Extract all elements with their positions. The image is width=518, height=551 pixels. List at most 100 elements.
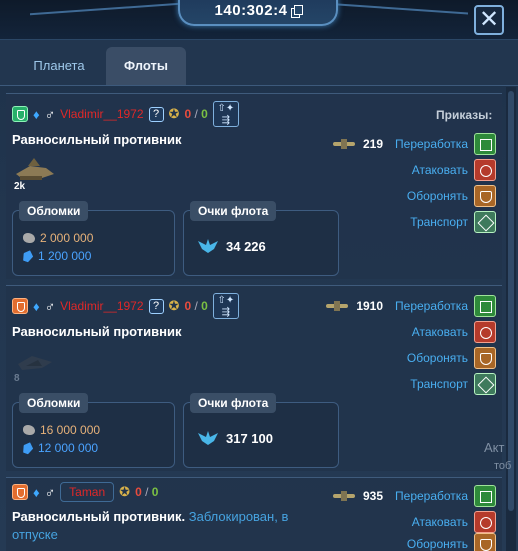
male-icon: ♂: [44, 298, 56, 314]
shield-status-icon: [12, 106, 28, 122]
shield-icon[interactable]: [474, 533, 496, 551]
crystal-icon: [21, 249, 35, 264]
rocket-icon[interactable]: ⇧✦ ⇶: [212, 101, 239, 127]
overlay-text: тоб: [494, 460, 512, 472]
order-label[interactable]: Оборонять: [407, 537, 468, 551]
order-defend[interactable]: Оборонять: [407, 533, 496, 551]
fleet-points-value: 317 100: [226, 430, 273, 446]
order-attack[interactable]: Атаковать: [412, 320, 496, 344]
diamond-icon: ♦: [33, 484, 40, 500]
transport-icon[interactable]: [474, 373, 496, 395]
tab-bar: Планета Флоты: [0, 40, 518, 86]
debris-label: Обломки: [19, 201, 89, 221]
fleet-ship-icon: [333, 491, 355, 501]
order-attack[interactable]: Атаковать: [412, 158, 496, 182]
order-recycle[interactable]: 219 Переработка: [333, 132, 496, 156]
debris-metal: 2 000 000: [23, 231, 93, 245]
fleet-points-emblem-icon: [198, 431, 218, 445]
tab-fleets[interactable]: Флоты: [106, 47, 186, 85]
order-label[interactable]: Переработка: [395, 489, 468, 503]
opponent-text: Равносильный противник.: [12, 509, 186, 524]
question-icon[interactable]: ?: [148, 298, 164, 314]
order-label[interactable]: Оборонять: [407, 189, 468, 203]
order-label[interactable]: Транспорт: [410, 215, 468, 229]
close-button[interactable]: ✕: [474, 5, 504, 35]
order-attack[interactable]: Атаковать: [412, 510, 496, 534]
scrollbar[interactable]: [506, 87, 516, 551]
player-score: 0 / 0: [135, 485, 159, 499]
metal-amount: 16 000 000: [40, 423, 101, 437]
order-defend[interactable]: Оборонять: [407, 184, 496, 208]
recycle-icon[interactable]: [474, 485, 496, 507]
player-header: ♦ ♂ Taman ✪ 0 / 0: [12, 482, 158, 502]
order-label[interactable]: Атаковать: [412, 163, 468, 177]
fleet-card: ♦ ♂ Vladimir__1972 ? ✪ 0 / 0 ⇧✦ ⇶ Равноси…: [6, 285, 502, 471]
debris-crystal: 1 200 000: [23, 249, 91, 263]
fleet-points-emblem-icon: [198, 239, 218, 253]
copy-icon[interactable]: [291, 4, 304, 18]
order-label[interactable]: Атаковать: [412, 325, 468, 339]
shield-icon[interactable]: [474, 347, 496, 369]
ship-count: 8: [14, 373, 20, 384]
order-label[interactable]: Транспорт: [410, 377, 468, 391]
fleet-points-label: Очки флота: [190, 201, 277, 221]
ship-count: 2k: [14, 181, 26, 192]
question-icon[interactable]: ?: [148, 106, 164, 122]
player-name[interactable]: Vladimir__1972: [60, 299, 143, 313]
target-icon[interactable]: [474, 321, 496, 343]
order-transport[interactable]: Транспорт: [410, 372, 496, 396]
male-icon: ♂: [44, 106, 56, 122]
order-label[interactable]: Атаковать: [412, 515, 468, 529]
close-icon: ✕: [478, 6, 500, 33]
shield-icon[interactable]: [474, 185, 496, 207]
target-icon[interactable]: [474, 511, 496, 533]
shield-status-icon: [12, 298, 28, 314]
order-label[interactable]: Переработка: [395, 299, 468, 313]
male-icon: ♂: [44, 484, 56, 500]
player-name[interactable]: Vladimir__1972: [60, 107, 143, 121]
transport-icon[interactable]: [474, 211, 496, 233]
order-recycle[interactable]: 935 Переработка: [333, 484, 496, 508]
fleet-points-box: Очки флота 34 226: [183, 201, 339, 276]
fleet-points-box: Очки флота 317 100: [183, 393, 339, 468]
orders-title: Приказы:: [436, 108, 493, 122]
alliance-badge-icon: ✪: [168, 106, 180, 121]
top-header: 140:302:4 ✕: [0, 0, 518, 40]
recycle-icon[interactable]: [474, 295, 496, 317]
order-label[interactable]: Переработка: [395, 137, 468, 151]
fleet-points-row: 317 100: [196, 429, 273, 447]
shield-status-icon: [12, 484, 28, 500]
fleet-points-value: 34 226: [226, 238, 266, 254]
fleet-size: 219: [363, 137, 384, 151]
fleet-ship-icon: [333, 139, 355, 149]
fleet-card: ♦ ♂ Taman ✪ 0 / 0 Равносильный противник…: [6, 477, 502, 551]
fleet-points-row: 34 226: [196, 237, 266, 255]
debris-metal: 16 000 000: [23, 423, 100, 437]
overlay-text: Акт: [484, 440, 505, 455]
order-label[interactable]: Оборонять: [407, 351, 468, 365]
alliance-badge-icon: ✪: [168, 298, 180, 313]
tab-planet[interactable]: Планета: [14, 47, 104, 85]
order-transport[interactable]: Транспорт: [410, 210, 496, 234]
player-name[interactable]: Taman: [60, 482, 115, 502]
rocket-icon[interactable]: ⇧✦ ⇶: [212, 293, 239, 319]
galaxy-position-panel: 140:302:4 ✕ Планета Флоты ♦ ♂ Vladimir__…: [0, 0, 518, 551]
coordinates-text: 140:302:4: [214, 1, 288, 19]
recycle-icon[interactable]: [474, 133, 496, 155]
header-ornament-left: [30, 2, 180, 24]
order-recycle[interactable]: 1910 Переработка: [326, 294, 496, 318]
fleet-card: ♦ ♂ Vladimir__1972 ? ✪ 0 / 0 ⇧✦ ⇶ Приказы…: [6, 93, 502, 279]
target-icon[interactable]: [474, 159, 496, 181]
fleet-size: 935: [363, 489, 384, 503]
fleet-ship-icon: [326, 301, 349, 311]
alliance-badge-icon: ✪: [119, 484, 131, 499]
scroll-thumb[interactable]: [508, 91, 514, 511]
metal-amount: 2 000 000: [40, 231, 94, 245]
metal-icon: [23, 425, 35, 435]
order-defend[interactable]: Оборонять: [407, 346, 496, 370]
diamond-icon: ♦: [33, 298, 40, 314]
debris-crystal: 12 000 000: [23, 441, 98, 455]
fleet-list: ♦ ♂ Vladimir__1972 ? ✪ 0 / 0 ⇧✦ ⇶ Приказы…: [0, 87, 518, 551]
player-score: 0 / 0: [184, 107, 208, 121]
crystal-amount: 1 200 000: [38, 249, 92, 263]
